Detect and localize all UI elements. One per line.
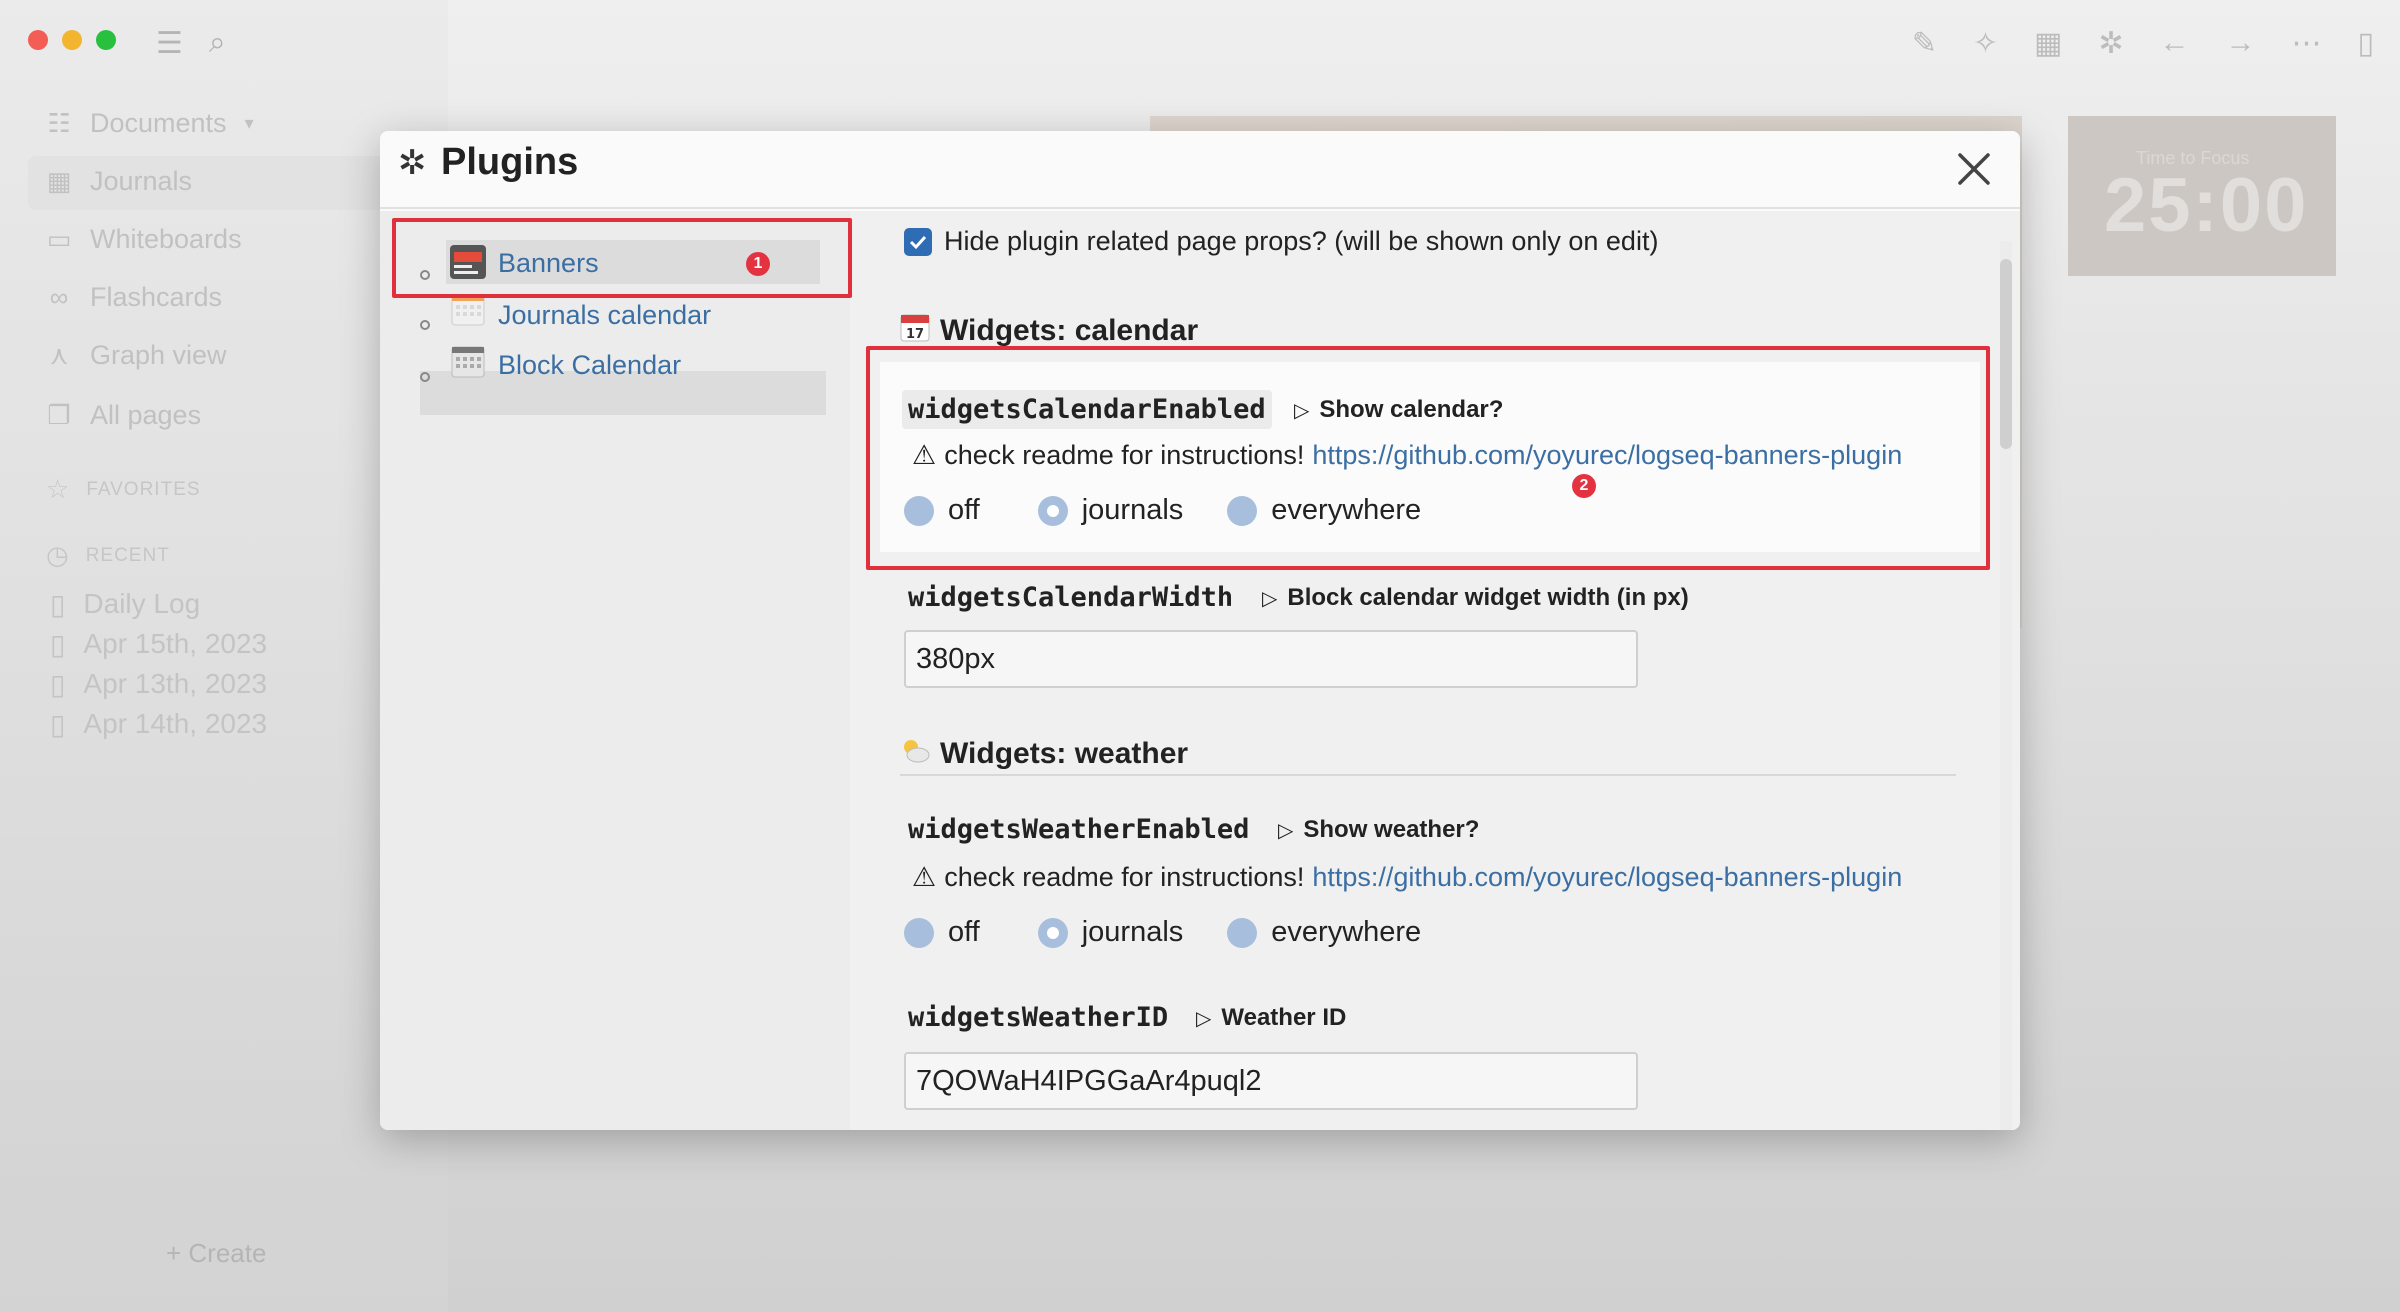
radio-off[interactable]: off xyxy=(904,916,980,949)
hide-props-label: Hide plugin related page props? (will be… xyxy=(944,226,1659,256)
warning-icon: ⚠ xyxy=(912,862,937,892)
radio-dot xyxy=(904,917,934,948)
annotation-box-banners xyxy=(392,218,852,298)
weather-warning: ⚠ check readme for instructions! https://g… xyxy=(912,862,1902,893)
radio-dot-checked xyxy=(1037,917,1068,948)
warning-text: check readme for instructions! xyxy=(944,862,1305,892)
check-icon xyxy=(909,235,927,250)
caret-right-icon: ▷ xyxy=(1262,587,1278,610)
readme-link[interactable]: https://github.com/yoyurec/logseq-banner… xyxy=(1312,862,1902,893)
desc-label: Block calendar widget width (in px) xyxy=(1287,584,1689,611)
calendar-width-desc[interactable]: ▷ Block calendar widget width (in px) xyxy=(1262,584,1689,612)
close-icon xyxy=(1958,153,1990,185)
calendar-emoji-icon: 17 xyxy=(900,312,930,350)
sun-cloud-icon xyxy=(900,736,930,772)
puzzle-icon: ✲ xyxy=(398,144,427,182)
radio-dot xyxy=(1227,917,1258,948)
calendar-width-input[interactable] xyxy=(904,630,1638,688)
caret-right-icon: ▷ xyxy=(1278,819,1294,842)
scrollbar-thumb[interactable] xyxy=(2000,259,2012,449)
modal-header: ✲ Plugins xyxy=(380,131,2020,209)
weather-enabled-key: widgetsWeatherEnabled xyxy=(908,814,1250,845)
block-calendar-plugin-icon xyxy=(451,344,485,383)
weather-section-title: Widgets: weather xyxy=(900,736,1188,772)
list-bullet xyxy=(420,320,430,330)
list-bullet xyxy=(420,372,430,382)
weather-id-input[interactable] xyxy=(904,1052,1638,1110)
radio-journals[interactable]: journals xyxy=(1037,916,1184,949)
radio-everywhere[interactable]: everywhere xyxy=(1227,916,1421,949)
section-label: Widgets: calendar xyxy=(940,314,1199,347)
radio-label: everywhere xyxy=(1271,916,1422,948)
annotation-box-calendar-setting xyxy=(866,346,1990,570)
calendar-width-key: widgetsCalendarWidth xyxy=(908,582,1234,613)
section-divider xyxy=(900,774,1956,776)
radio-label: off xyxy=(948,916,980,948)
section-label: Widgets: weather xyxy=(940,737,1189,770)
modal-title: Plugins xyxy=(441,141,579,183)
calendar-section-title: 17 Widgets: calendar xyxy=(900,312,1198,350)
radio-label: journals xyxy=(1081,916,1184,948)
close-modal-button[interactable] xyxy=(1950,145,1998,193)
plugin-label-journals-calendar[interactable]: Journals calendar xyxy=(498,300,711,331)
hide-props-checkbox[interactable] xyxy=(904,228,932,256)
svg-text:17: 17 xyxy=(906,327,924,342)
weather-id-desc[interactable]: ▷ Weather ID xyxy=(1196,1004,1346,1032)
weather-enabled-desc[interactable]: ▷ Show weather? xyxy=(1278,816,1479,844)
caret-right-icon: ▷ xyxy=(1196,1007,1212,1030)
weather-id-key: widgetsWeatherID xyxy=(908,1002,1169,1033)
desc-label: Show weather? xyxy=(1303,816,1480,843)
weather-enabled-radio-group: off journals everywhere xyxy=(904,916,1465,949)
desc-label: Weather ID xyxy=(1221,1004,1347,1031)
plugin-label-block-calendar[interactable]: Block Calendar xyxy=(498,350,681,381)
